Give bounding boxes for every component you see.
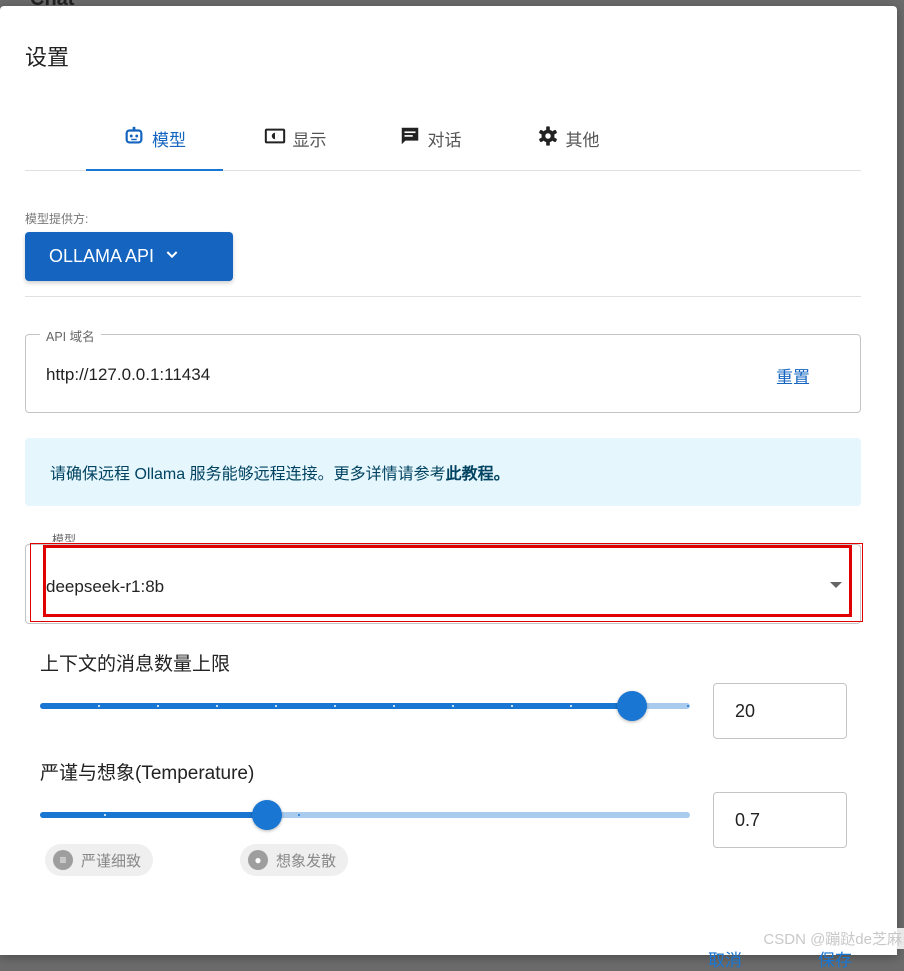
display-icon: [264, 125, 286, 152]
model-legend: 模型: [48, 533, 81, 542]
slider-tick: [511, 705, 513, 707]
tab-other[interactable]: 其他: [518, 106, 618, 170]
temperature-label: 严谨与想象(Temperature): [40, 763, 255, 784]
gear-icon: [537, 125, 559, 152]
tab-display[interactable]: 显示: [245, 106, 345, 170]
slider-tick: [98, 705, 100, 707]
temperature-slider[interactable]: [40, 800, 690, 830]
strict-icon: ≡: [53, 850, 73, 870]
tab-indicator: [86, 169, 223, 171]
watermark: CSDN @蹦跶de芝麻: [761, 928, 904, 949]
tab-model-label: 模型: [152, 130, 186, 150]
info-text: 请确保远程 Ollama 服务能够远程连接。更多详情请参考: [50, 466, 446, 483]
slider-track-fill: [40, 703, 632, 709]
robot-icon: [123, 125, 145, 152]
slider-tick: [157, 705, 159, 707]
lightbulb-icon: ●: [248, 850, 268, 870]
slider-tick: [275, 705, 277, 707]
slider-tick: [393, 705, 395, 707]
chat-icon: [399, 125, 421, 152]
chip-imaginative-label: 想象发散: [276, 852, 337, 870]
slider-thumb[interactable]: [252, 800, 282, 830]
tab-other-label: 其他: [565, 130, 600, 150]
tab-model[interactable]: 模型: [86, 106, 223, 170]
api-domain-field[interactable]: API 域名 http://127.0.0.1:11434 重置: [25, 326, 861, 413]
slider-tick: [216, 705, 218, 707]
tutorial-link[interactable]: 此教程。: [446, 460, 510, 484]
dialog-title: 设置: [25, 45, 70, 70]
provider-value: OLLAMA API: [49, 246, 155, 266]
tab-display-label: 显示: [292, 130, 327, 150]
slider-tick: [687, 705, 689, 707]
slider-tick: [570, 705, 572, 707]
info-alert: 请确保远程 Ollama 服务能够远程连接。更多详情请参考 此教程。: [25, 438, 861, 506]
chevron-down-icon: [164, 246, 180, 267]
provider-dropdown-button[interactable]: OLLAMA API: [25, 232, 233, 281]
context-limit-input[interactable]: 20: [713, 683, 847, 739]
temperature-input[interactable]: 0.7: [713, 792, 847, 848]
slider-tick: [452, 705, 454, 707]
reset-button[interactable]: 重置: [776, 363, 810, 388]
tab-chat[interactable]: 对话: [380, 106, 480, 170]
context-limit-label: 上下文的消息数量上限: [40, 654, 231, 675]
api-domain-legend: API 域名: [40, 326, 101, 345]
divider: [25, 296, 861, 297]
tab-chat-label: 对话: [427, 130, 462, 150]
settings-tabs: 模型 显示 对话 其他: [25, 106, 861, 171]
slider-tick: [298, 814, 300, 816]
provider-label: 模型提供方:: [25, 212, 89, 226]
context-limit-slider[interactable]: [40, 691, 690, 721]
save-button[interactable]: 保存: [818, 946, 852, 971]
settings-dialog: 设置 模型 显示 对话 其他 模型提供方: OLLAMA API API 域名 …: [0, 6, 897, 970]
slider-thumb[interactable]: [617, 691, 647, 721]
chip-imaginative[interactable]: ● 想象发散: [240, 844, 349, 876]
chip-strict-label: 严谨细致: [81, 852, 142, 870]
slider-tick: [104, 814, 106, 816]
cancel-button[interactable]: 取消: [708, 946, 742, 971]
highlight-box: [43, 545, 852, 617]
slider-track-fill: [40, 812, 267, 818]
api-domain-input[interactable]: http://127.0.0.1:11434: [46, 365, 210, 385]
chip-strict[interactable]: ≡ 严谨细致: [45, 844, 154, 876]
slider-tick: [334, 705, 336, 707]
